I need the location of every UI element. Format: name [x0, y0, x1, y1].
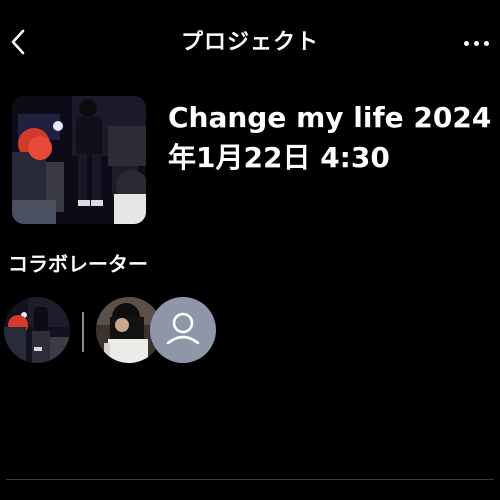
project-title-line-2: 年1月22日 4:30: [168, 141, 390, 174]
more-dot: [463, 40, 469, 46]
more-dot: [483, 40, 489, 46]
more-dot: [473, 40, 479, 46]
collaborator-divider: [82, 312, 84, 352]
project-title: Change my life 2024 年1月22日 4:30: [168, 98, 498, 178]
page-title: プロジェクト: [180, 30, 319, 55]
concert-photo: [12, 96, 146, 224]
project-cover-image[interactable]: [12, 96, 146, 224]
collaborator-avatar[interactable]: [4, 297, 70, 363]
project-title-line-1: Change my life 2024: [168, 101, 492, 134]
add-collaborator-avatar[interactable]: [150, 297, 216, 363]
person-icon: [166, 312, 200, 345]
bottom-divider: [6, 479, 494, 480]
more-options-button[interactable]: [456, 28, 496, 58]
top-bar: プロジェクト: [0, 0, 500, 84]
collaborators-heading: コラボレーター: [8, 252, 148, 276]
concert-photo: [4, 297, 70, 363]
